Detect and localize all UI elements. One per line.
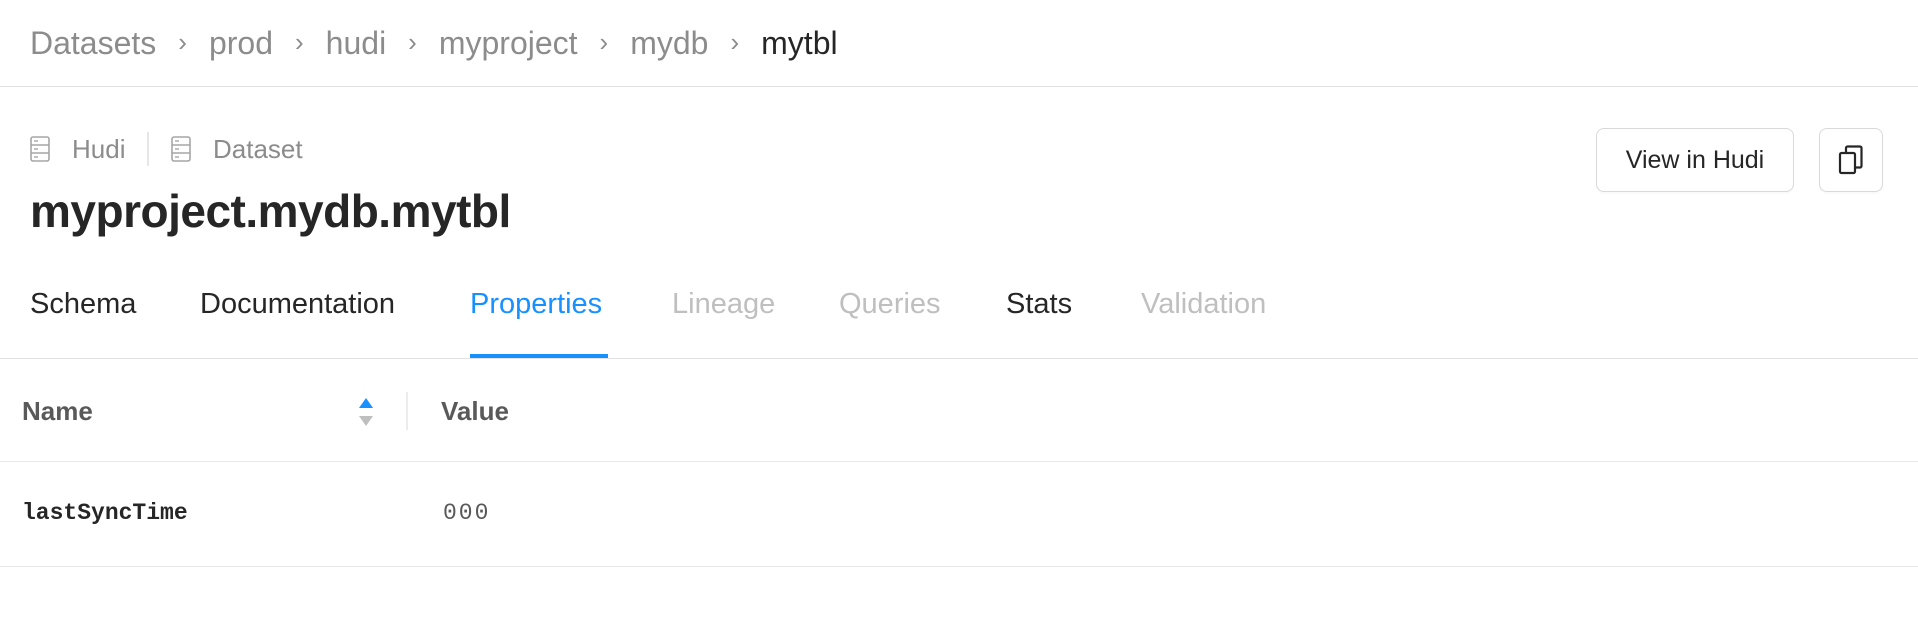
breadcrumb-datasets[interactable]: Datasets xyxy=(30,25,156,62)
copy-urn-button[interactable] xyxy=(1819,128,1883,192)
table-header: Name Value xyxy=(0,360,1918,462)
tab-documentation[interactable]: Documentation xyxy=(200,288,395,358)
breadcrumb-hudi[interactable]: hudi xyxy=(326,25,387,62)
column-header-value: Value xyxy=(441,396,509,426)
entity-meta-row: Hudi Dataset xyxy=(30,131,303,167)
tab-schema[interactable]: Schema xyxy=(30,288,136,358)
tab-properties[interactable]: Properties xyxy=(470,288,602,358)
entity-tabs: Schema Documentation Properties Lineage … xyxy=(0,270,1918,359)
property-name: lastSyncTime xyxy=(22,500,188,526)
platform-tag: Hudi xyxy=(30,134,125,165)
breadcrumb-separator: › xyxy=(599,26,609,57)
entity-type-label: Dataset xyxy=(212,133,303,164)
column-header-name[interactable]: Name xyxy=(22,396,93,427)
page-title: myproject.mydb.mytbl xyxy=(30,185,511,237)
database-icon xyxy=(30,136,50,162)
table-row: lastSyncTime 000 xyxy=(0,462,1918,567)
copy-icon xyxy=(1838,145,1863,175)
properties-table: Name Value lastSyncTime 000 xyxy=(0,360,1918,567)
breadcrumb-mydb[interactable]: mydb xyxy=(630,25,708,62)
column-divider xyxy=(406,392,408,430)
view-in-platform-label: View in Hudi xyxy=(1625,145,1765,174)
tab-lineage: Lineage xyxy=(672,288,776,320)
active-tab-indicator xyxy=(470,354,608,358)
breadcrumb-separator: › xyxy=(295,26,304,57)
breadcrumb-separator: › xyxy=(408,26,417,57)
tab-validation: Validation xyxy=(1141,288,1267,320)
entity-type-tag: Dataset xyxy=(171,134,303,165)
breadcrumb-prod[interactable]: prod xyxy=(209,25,273,62)
sort-icon[interactable] xyxy=(357,396,375,428)
breadcrumb-separator: › xyxy=(730,26,740,57)
view-in-platform-button[interactable]: View in Hudi xyxy=(1596,128,1794,192)
breadcrumb-separator: › xyxy=(178,26,187,57)
property-value: 000 xyxy=(443,500,491,526)
breadcrumb-myproject[interactable]: myproject xyxy=(439,25,578,62)
meta-divider xyxy=(147,132,149,166)
tab-queries: Queries xyxy=(839,288,941,320)
dataset-icon xyxy=(171,136,191,162)
breadcrumb: Datasets › prod › hudi › myproject › myd… xyxy=(0,0,1918,87)
breadcrumb-current: mytbl xyxy=(761,24,838,61)
platform-label: Hudi xyxy=(72,133,126,164)
tab-stats[interactable]: Stats xyxy=(1006,288,1072,358)
